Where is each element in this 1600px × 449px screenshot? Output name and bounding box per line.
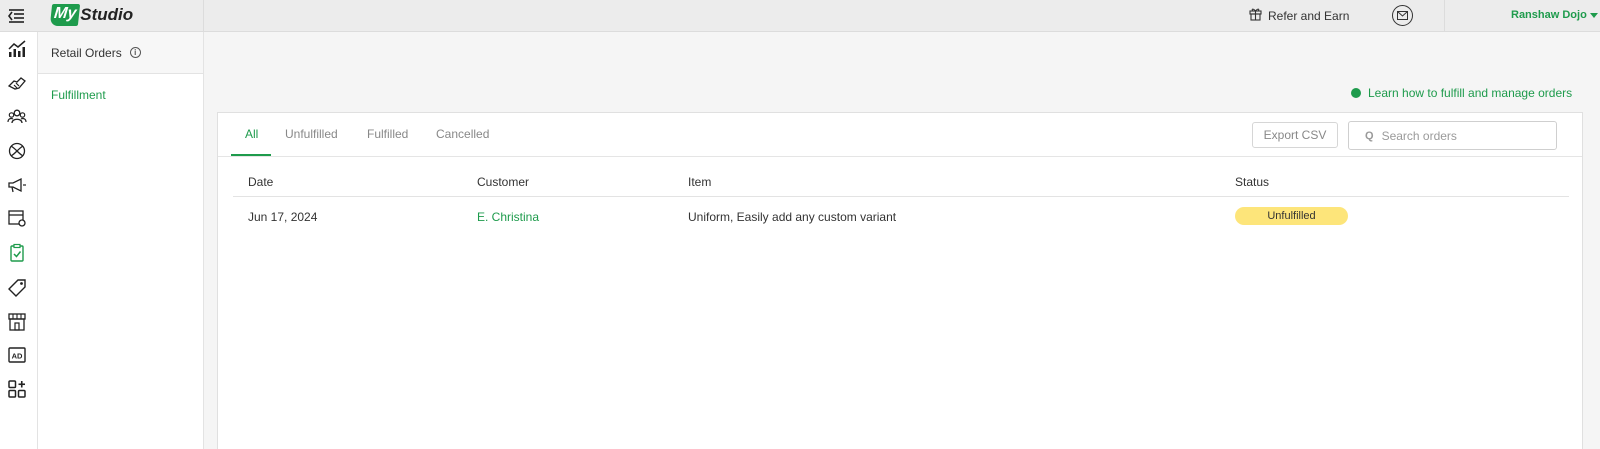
order-item: Uniform, Easily add any custom variant bbox=[688, 210, 897, 224]
order-date: Jun 17, 2024 bbox=[248, 210, 318, 224]
tab-all[interactable]: All bbox=[245, 127, 258, 141]
table-header: Date Customer Item Status bbox=[233, 169, 1569, 197]
orders-panel: All Unfulfilled Fulfilled Cancelled Expo… bbox=[217, 112, 1583, 449]
megaphone-icon[interactable] bbox=[7, 175, 27, 195]
ad-icon[interactable]: AD bbox=[7, 345, 27, 365]
search-icon: Q bbox=[1365, 129, 1374, 142]
help-dot-icon bbox=[1351, 88, 1361, 98]
learn-link-label: Learn how to fulfill and manage orders bbox=[1368, 86, 1573, 100]
search-input[interactable] bbox=[1381, 128, 1542, 143]
members-icon[interactable] bbox=[7, 107, 27, 127]
retail-orders-icon[interactable] bbox=[7, 243, 27, 263]
tabs-row: All Unfulfilled Fulfilled Cancelled Expo… bbox=[218, 113, 1582, 157]
secondary-nav: Retail Orders i Fulfillment bbox=[38, 32, 204, 449]
analytics-icon[interactable] bbox=[7, 39, 27, 59]
storefront-icon[interactable] bbox=[7, 312, 27, 332]
mystudio-logo[interactable]: My Studio bbox=[49, 2, 134, 28]
learn-how-link[interactable]: Learn how to fulfill and manage orders bbox=[1351, 86, 1572, 100]
gift-icon bbox=[1249, 7, 1262, 24]
handshake-icon[interactable] bbox=[7, 73, 27, 93]
column-header-customer[interactable]: Customer bbox=[477, 175, 529, 189]
tab-fulfilled[interactable]: Fulfilled bbox=[367, 127, 408, 141]
tab-cancelled[interactable]: Cancelled bbox=[436, 127, 489, 141]
table-row[interactable]: Jun 17, 2024 E. Christina Uniform, Easil… bbox=[233, 206, 1569, 230]
account-dropdown[interactable]: Ranshaw Dojo bbox=[1511, 9, 1598, 21]
status-badge: Unfulfilled bbox=[1235, 207, 1348, 225]
schedule-settings-icon[interactable] bbox=[7, 208, 27, 228]
column-header-item[interactable]: Item bbox=[688, 175, 711, 189]
divider bbox=[203, 0, 204, 32]
export-csv-button[interactable]: Export CSV bbox=[1252, 122, 1338, 148]
active-tab-indicator bbox=[231, 154, 271, 156]
column-header-date[interactable]: Date bbox=[248, 175, 273, 189]
subnav-header: Retail Orders i bbox=[38, 32, 203, 74]
refer-and-earn-button[interactable]: Refer and Earn bbox=[1249, 7, 1349, 24]
refer-label: Refer and Earn bbox=[1268, 8, 1350, 23]
tab-unfulfilled[interactable]: Unfulfilled bbox=[285, 127, 338, 141]
svg-text:AD: AD bbox=[12, 352, 23, 361]
menu-icon[interactable] bbox=[6, 6, 26, 26]
logo-studio: Studio bbox=[80, 5, 134, 24]
search-box[interactable]: Q bbox=[1348, 121, 1557, 150]
top-bar: My Studio Refer and Earn Ranshaw Dojo bbox=[0, 0, 1600, 32]
mail-button[interactable] bbox=[1392, 5, 1413, 26]
customer-link[interactable]: E. Christina bbox=[477, 210, 539, 224]
column-header-status[interactable]: Status bbox=[1235, 175, 1269, 189]
account-name: Ranshaw Dojo bbox=[1511, 9, 1587, 21]
subnav-item-fulfillment[interactable]: Fulfillment bbox=[38, 88, 203, 102]
mail-icon bbox=[1397, 9, 1408, 23]
icon-rail: AD bbox=[0, 32, 38, 449]
divider bbox=[1444, 0, 1445, 32]
programs-icon[interactable] bbox=[7, 141, 27, 161]
info-icon[interactable]: i bbox=[129, 47, 141, 58]
tag-icon[interactable] bbox=[7, 278, 27, 298]
logo-my: My bbox=[49, 4, 81, 26]
add-apps-icon[interactable] bbox=[7, 379, 27, 399]
caret-down-icon bbox=[1589, 12, 1598, 18]
subnav-title: Retail Orders bbox=[51, 45, 122, 60]
